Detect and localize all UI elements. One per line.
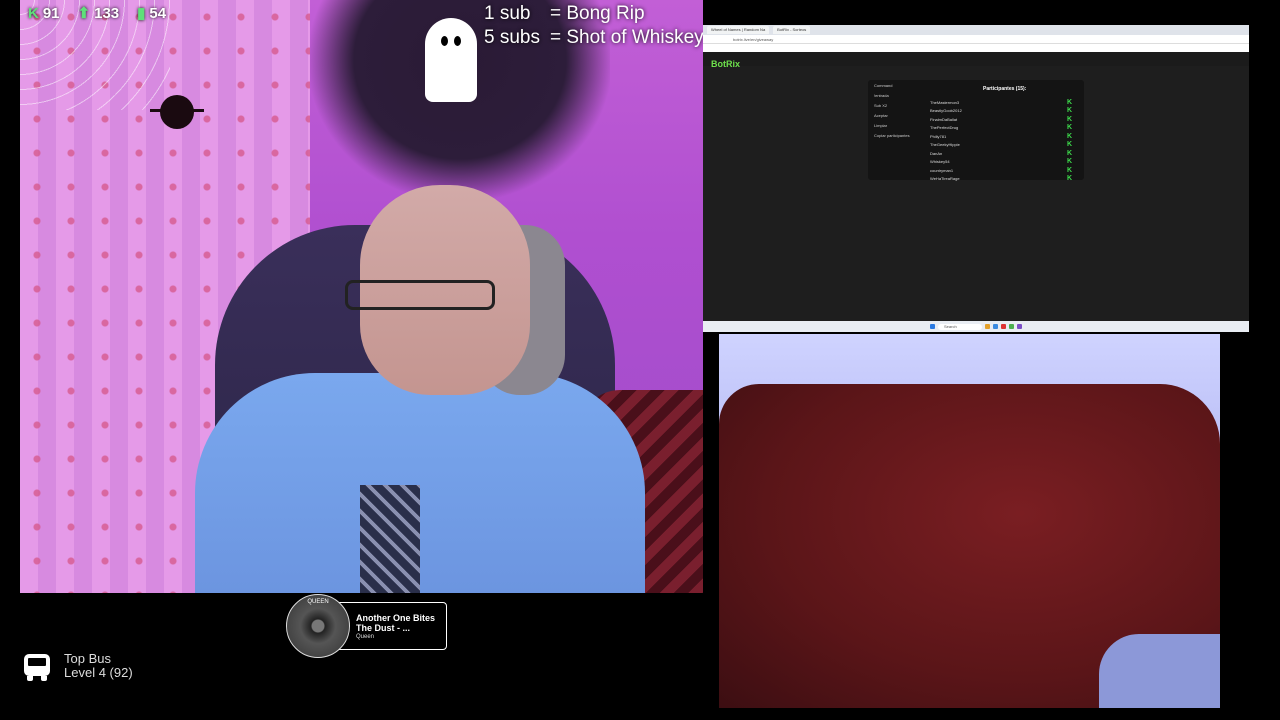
participant-row: DanAn K (930, 149, 1072, 158)
top-bus-widget: Top Bus Level 4 (92) (22, 652, 133, 682)
top-bus-level: Level 4 (92) (64, 665, 133, 680)
participant-row: Whiskey54 K (930, 158, 1072, 167)
browser-tab[interactable]: Wheel of Names | Random Na (707, 26, 770, 34)
song-title: Another One Bites The Dust - ... (356, 613, 436, 633)
top-bus-title: Top Bus (64, 651, 111, 666)
participant-name: TheGeekyHippie (930, 142, 960, 148)
participant-row: Philly781 K (930, 132, 1072, 141)
viewers-stat: ▮ 54 (137, 4, 167, 23)
participant-row: WeHaTireaRage K (930, 175, 1072, 184)
windows-start-icon[interactable] (930, 324, 935, 329)
participant-name: DanAn (930, 150, 943, 156)
bars-icon: ▮ (137, 5, 146, 22)
taskbar-search[interactable]: Search (938, 323, 982, 330)
kick-badge-icon: K (1066, 115, 1072, 123)
kick-icon: K (28, 4, 39, 22)
kick-badge-icon: K (1066, 124, 1072, 132)
folder-icon[interactable] (985, 324, 990, 329)
participant-row: ThePerfectDrug K (930, 124, 1072, 133)
sub-goals: 1 sub = Bong Rip 5 subs = Shot of Whiske… (484, 2, 704, 50)
participant-row: countryman1 K (930, 166, 1072, 175)
command-label: Command (874, 83, 893, 88)
app-icon[interactable] (1017, 324, 1022, 329)
participant-row: TheMastermon3 K (930, 98, 1072, 107)
windows-taskbar: Search (703, 321, 1249, 332)
chrome-icon[interactable] (1009, 324, 1014, 329)
ghost-icon (425, 18, 477, 102)
stream-stats: K 91 ⬆ 133 ▮ 54 (28, 4, 167, 23)
clear-button[interactable]: Limpiar (874, 123, 924, 128)
participant-name: TheMastermon3 (930, 99, 960, 105)
main-webcam (20, 0, 703, 593)
participant-name: countryman1 (930, 167, 954, 173)
streamer (195, 185, 645, 593)
participant-row: TheGeekyHippie K (930, 141, 1072, 150)
song-artist: Queen (356, 634, 375, 640)
kick-badge-icon: K (1066, 98, 1072, 106)
browser-tabs: Wheel of Names | Random Na BotRix - Sort… (703, 25, 1249, 35)
screen-share: Wheel of Names | Random Na BotRix - Sort… (703, 25, 1249, 332)
kick-badge-icon: K (1066, 166, 1072, 174)
kick-badge-icon: K (1066, 132, 1072, 140)
copy-participants-button[interactable]: Copiar participantes (874, 133, 924, 138)
album-art: QUEEN (286, 594, 350, 658)
secondary-webcam (719, 334, 1220, 708)
participant-row: FinalmDaBallat K (930, 115, 1072, 124)
participant-name: ThePerfectDrug (930, 125, 959, 131)
participant-name: Philly781 (930, 133, 947, 139)
browser-tab[interactable]: BotRix - Sorteos (773, 26, 811, 34)
accept-button[interactable]: Aceptar (874, 113, 924, 118)
bus-icon (22, 652, 52, 682)
kick-badge-icon: K (1066, 158, 1072, 166)
followers-stat: K 91 (28, 4, 60, 22)
edge-icon[interactable] (993, 324, 998, 329)
participant-name: BeastlyGoob2012 (930, 108, 962, 114)
app-icon[interactable] (1001, 324, 1006, 329)
participants-list: TheMastermon3 K BeastlyGoob2012 K FinalmDaBa… (930, 98, 1072, 183)
sub-goal-row: 5 subs = Shot of Whiskey (484, 27, 704, 48)
botrix-logo: BotRix (711, 59, 740, 69)
address-bar[interactable]: botrix.live/en/giveaway (703, 35, 1249, 44)
botrix-header: BotRix (703, 52, 1249, 69)
participant-name: WeHaTireaRage (930, 176, 960, 182)
command-input[interactable]: !entrada (874, 93, 924, 98)
kick-badge-icon: K (1066, 175, 1072, 183)
participant-name: Whiskey54 (930, 159, 950, 165)
album-label: QUEEN (307, 599, 329, 605)
sub-multiplier[interactable]: Sub X2 (874, 103, 924, 108)
kick-badge-icon: K (1066, 149, 1072, 157)
kick-badge-icon: K (1066, 141, 1072, 149)
sub-goal-row: 1 sub = Bong Rip (484, 3, 645, 24)
participant-name: FinalmDaBallat (930, 116, 958, 122)
participants-title: Participantes (15): (983, 86, 1027, 92)
subs-stat: ⬆ 133 (77, 4, 120, 23)
bookmarks-bar (703, 44, 1249, 52)
gift-icon: ⬆ (77, 5, 91, 22)
now-playing-widget: Another One Bites The Dust - ... Queen Q… (286, 594, 448, 658)
spider-icon (150, 95, 204, 129)
giveaway-controls: Command !entrada Sub X2 Aceptar Limpiar … (874, 83, 924, 143)
participant-row: BeastlyGoob2012 K (930, 107, 1072, 116)
giveaway-panel: Command !entrada Sub X2 Aceptar Limpiar … (868, 80, 1084, 183)
kick-badge-icon: K (1066, 107, 1072, 115)
